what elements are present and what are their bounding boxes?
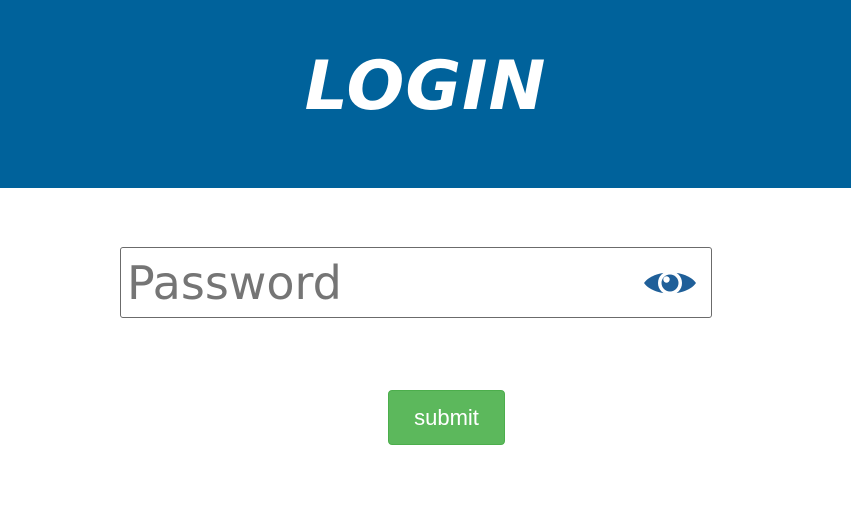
eye-icon — [644, 271, 696, 295]
show-password-toggle[interactable] — [641, 264, 699, 302]
password-field — [120, 247, 712, 318]
password-input[interactable] — [121, 248, 621, 317]
header-banner: LOGIN — [0, 0, 851, 188]
page-title: LOGIN — [304, 47, 547, 126]
submit-button[interactable]: submit — [388, 390, 505, 445]
login-page: LOGIN submit — [0, 0, 851, 514]
